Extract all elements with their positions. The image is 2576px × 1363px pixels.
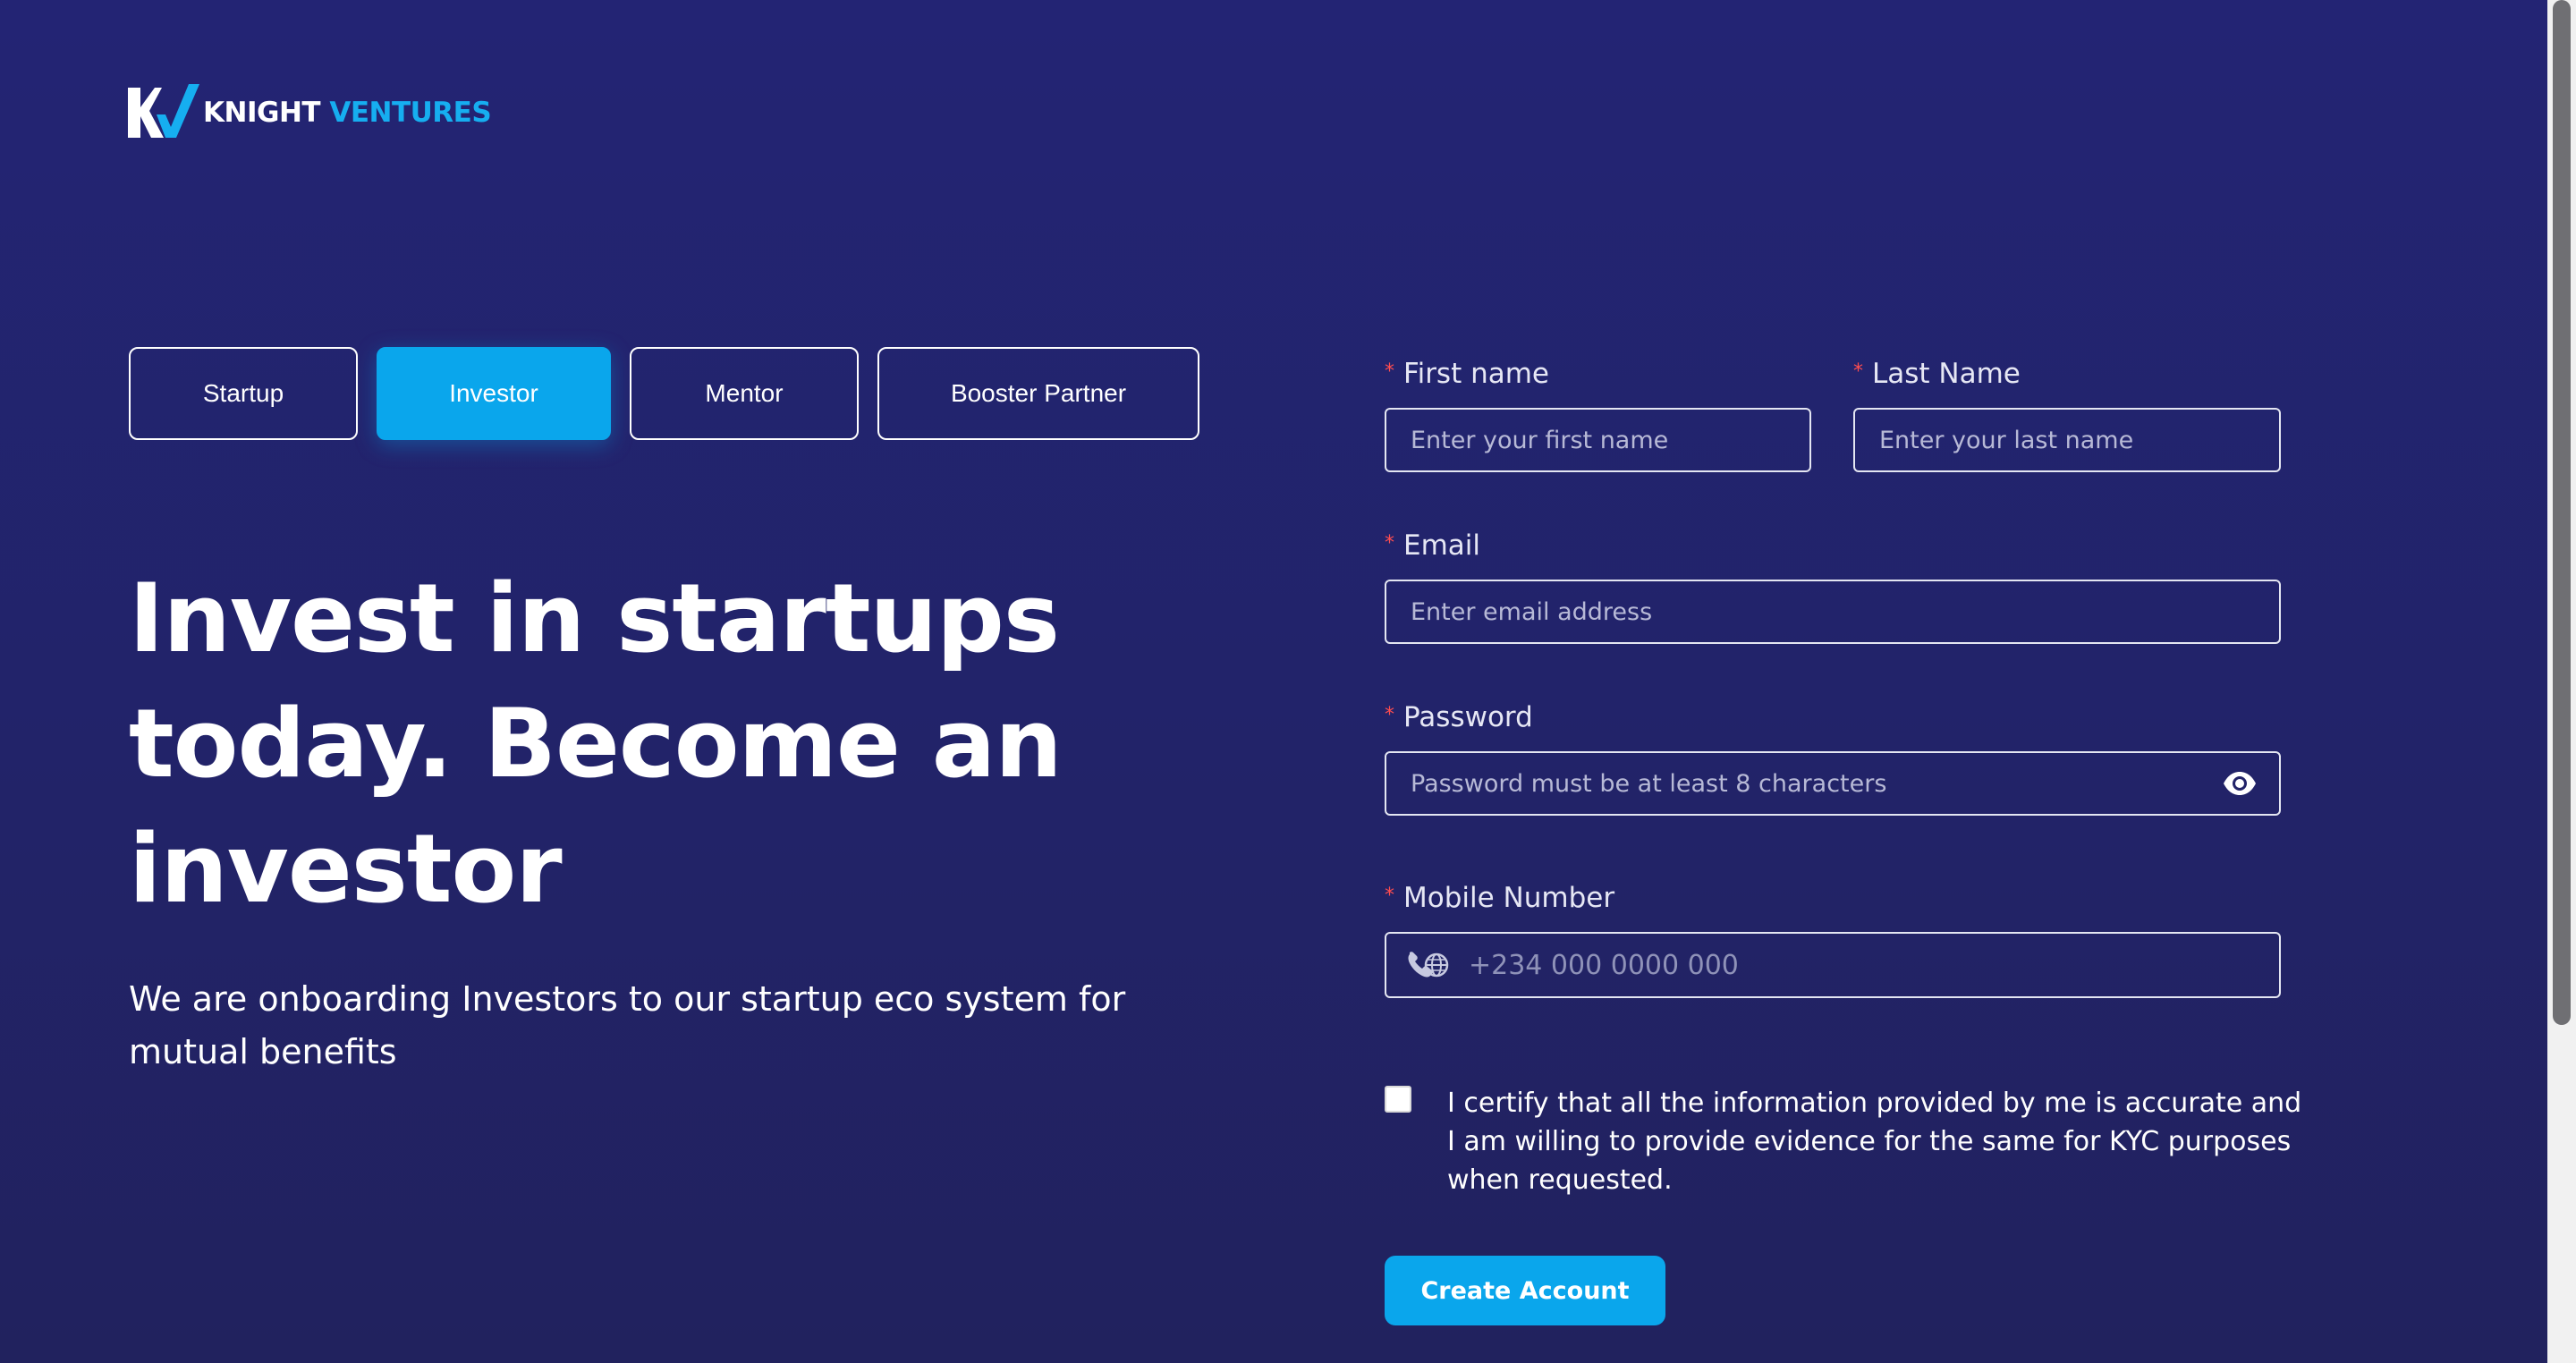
required-marker: * <box>1385 704 1394 726</box>
password-label: * Password <box>1385 701 1533 733</box>
tab-investor[interactable]: Investor <box>377 347 611 440</box>
mobile-field[interactable] <box>1385 932 2281 998</box>
scrollbar-track[interactable] <box>2547 0 2576 1363</box>
first-name-input[interactable] <box>1386 410 1809 470</box>
last-name-input[interactable] <box>1855 410 2279 470</box>
brand-logo[interactable]: KNIGHT VENTURES <box>128 84 492 141</box>
required-marker: * <box>1385 532 1394 555</box>
required-marker: * <box>1385 360 1394 383</box>
required-marker: * <box>1853 360 1863 383</box>
tab-startup[interactable]: Startup <box>129 347 358 440</box>
email-label: * Email <box>1385 529 1481 562</box>
eye-icon[interactable] <box>2222 766 2258 801</box>
certify-checkbox[interactable] <box>1385 1086 1411 1113</box>
password-field[interactable] <box>1385 751 2281 816</box>
certify-text: I certify that all the information provi… <box>1447 1088 2302 1196</box>
phone-globe-icon[interactable] <box>1386 949 1451 981</box>
password-input[interactable] <box>1386 753 2222 814</box>
kv-monogram-icon <box>128 84 199 141</box>
create-account-button[interactable]: Create Account <box>1385 1256 1665 1325</box>
first-name-field[interactable] <box>1385 408 1811 472</box>
brand-name: KNIGHT VENTURES <box>203 97 492 129</box>
hero-title: Invest in startups today. Become an inve… <box>129 563 1063 924</box>
mobile-label: * Mobile Number <box>1385 882 1615 914</box>
tab-mentor[interactable]: Mentor <box>630 347 859 440</box>
mobile-input[interactable] <box>1451 934 2279 996</box>
hero-subtitle: We are onboarding Investors to our start… <box>129 979 1126 1071</box>
tab-booster-partner[interactable]: Booster Partner <box>877 347 1199 440</box>
email-field[interactable] <box>1385 580 2281 644</box>
email-input[interactable] <box>1386 581 2279 642</box>
last-name-label: * Last Name <box>1853 358 2021 390</box>
brand-name-knight: KNIGHT <box>203 97 321 129</box>
last-name-field[interactable] <box>1853 408 2281 472</box>
role-tabs: Startup Investor Mentor Booster Partner <box>129 347 1199 440</box>
brand-name-ventures: VENTURES <box>329 97 492 129</box>
required-marker: * <box>1385 885 1394 907</box>
scrollbar-thumb[interactable] <box>2553 0 2571 1025</box>
first-name-label: * First name <box>1385 358 1550 390</box>
